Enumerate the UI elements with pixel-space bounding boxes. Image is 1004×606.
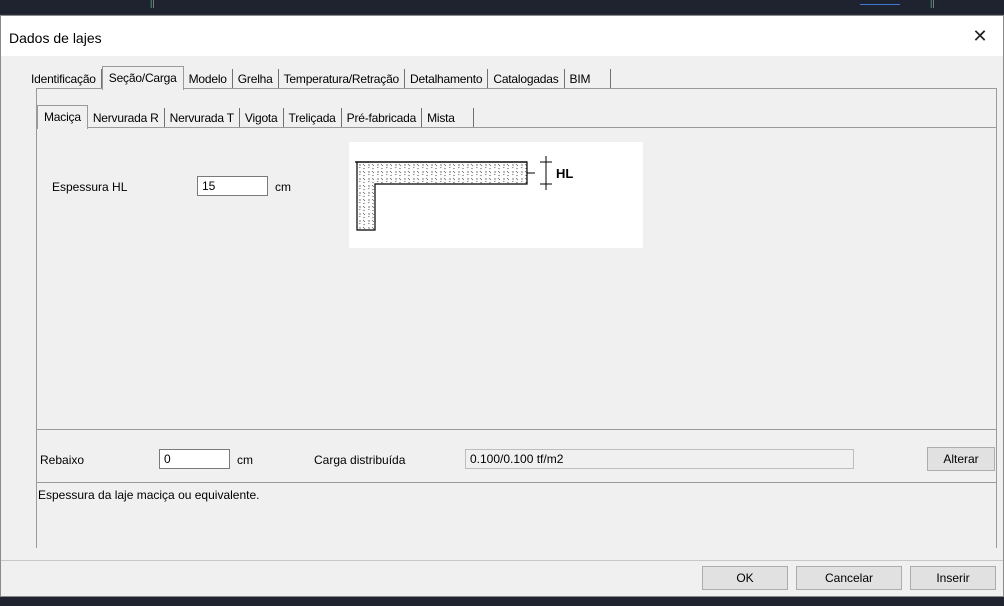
canvas-line (860, 4, 900, 5)
slab-section-diagram: HL (349, 142, 643, 248)
tab-catalogadas[interactable]: Catalogadas (488, 69, 565, 89)
canvas-mark: || (150, 0, 155, 8)
tab-macica[interactable]: Maciça (37, 105, 88, 129)
canvas-mark: || (930, 0, 935, 8)
tab-detalhamento[interactable]: Detalhamento (405, 69, 489, 89)
background-canvas: || || (0, 0, 1004, 14)
carga-label: Carga distribuída (314, 453, 406, 467)
espessura-label: Espessura HL (52, 180, 128, 194)
tab-temperatura-retracao[interactable]: Temperatura/Retração (279, 69, 406, 89)
footer-divider (1, 560, 1003, 561)
tab-modelo[interactable]: Modelo (184, 69, 233, 89)
slab-outline (356, 161, 528, 231)
background-canvas-bottom (0, 597, 1004, 606)
tab-grelha[interactable]: Grelha (233, 69, 279, 89)
help-message: Espessura da laje maciça ou equivalente. (38, 488, 260, 502)
carga-value-field: 0.100/0.100 tf/m2 (465, 449, 854, 469)
espessura-input[interactable] (197, 176, 268, 196)
close-icon: ✕ (972, 25, 988, 46)
rebaixo-unit: cm (237, 453, 253, 467)
tab-vigota[interactable]: Vigota (240, 108, 284, 128)
window-title: Dados de lajes (9, 30, 102, 46)
tab-identificacao[interactable]: Identificação (26, 69, 102, 89)
slab-section-drawing: HL (355, 156, 573, 231)
alterar-button[interactable]: Alterar (927, 447, 995, 471)
tab-mista[interactable]: Mista (422, 108, 474, 128)
ok-button[interactable]: OK (702, 566, 788, 590)
espessura-unit: cm (275, 180, 291, 194)
diagram-hl-label: HL (556, 166, 573, 181)
tab-trelicada[interactable]: Treliçada (284, 108, 342, 128)
tab-pre-fabricada[interactable]: Pré-fabricada (342, 108, 423, 128)
cancel-button[interactable]: Cancelar (796, 566, 902, 590)
tab-nervurada-t[interactable]: Nervurada T (165, 108, 240, 128)
tab-bim[interactable]: BIM (565, 69, 612, 89)
sub-tab-strip: Maciça Nervurada R Nervurada T Vigota Tr… (37, 104, 474, 129)
insert-button[interactable]: Inserir (910, 566, 996, 590)
rebaixo-input[interactable] (159, 449, 230, 469)
tab-nervurada-r[interactable]: Nervurada R (88, 108, 165, 128)
main-tab-strip: Identificação Seção/Carga Modelo Grelha … (26, 65, 612, 90)
title-bar: Dados de lajes ✕ (1, 16, 1003, 56)
close-button[interactable]: ✕ (957, 16, 1003, 56)
tab-secao-carga[interactable]: Seção/Carga (101, 66, 184, 90)
rebaixo-label: Rebaixo (40, 453, 85, 467)
